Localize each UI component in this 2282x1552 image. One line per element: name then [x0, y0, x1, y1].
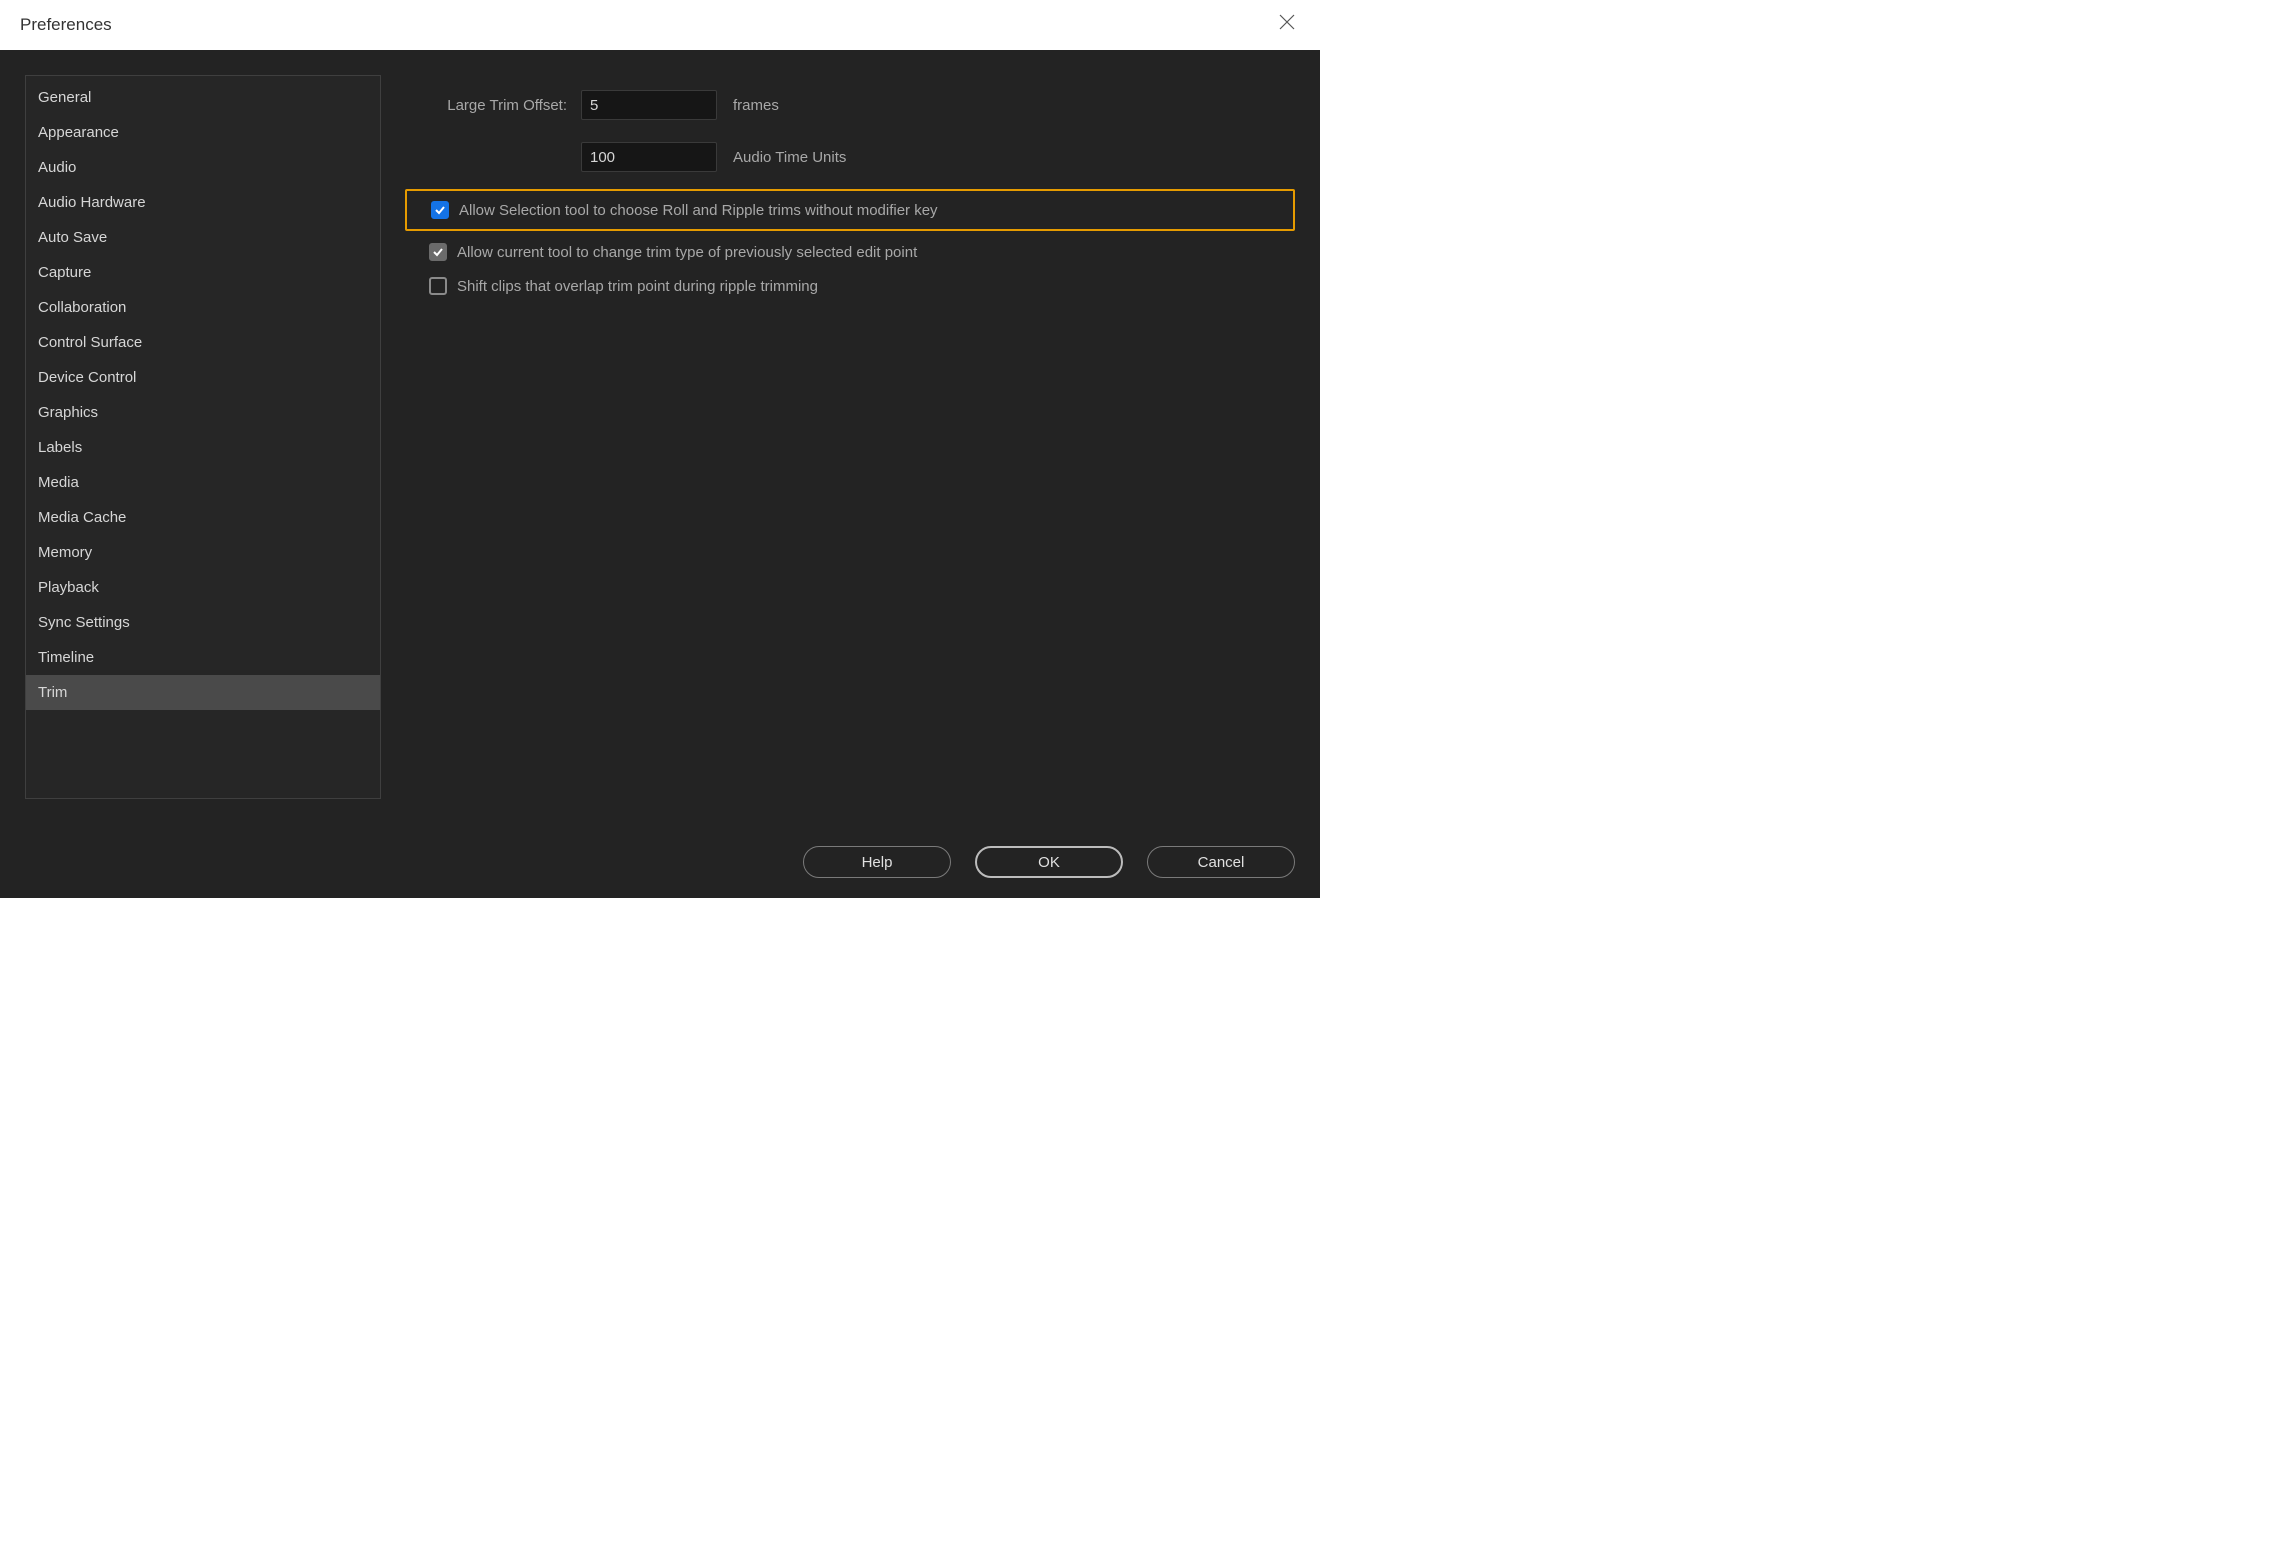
- allow-current-tool-label: Allow current tool to change trim type o…: [457, 244, 917, 261]
- allow-current-tool-row[interactable]: Allow current tool to change trim type o…: [405, 235, 1295, 269]
- sidebar-item-label: Playback: [38, 579, 99, 596]
- allow-selection-label: Allow Selection tool to choose Roll and …: [459, 202, 938, 219]
- sidebar-item-label: Device Control: [38, 369, 136, 386]
- sidebar-item-collaboration[interactable]: Collaboration: [26, 290, 380, 325]
- sidebar-item-timeline[interactable]: Timeline: [26, 640, 380, 675]
- sidebar-item-label: Audio: [38, 159, 76, 176]
- sidebar-item-appearance[interactable]: Appearance: [26, 115, 380, 150]
- sidebar-item-label: Capture: [38, 264, 91, 281]
- sidebar-item-audio-hardware[interactable]: Audio Hardware: [26, 185, 380, 220]
- content-panel: Large Trim Offset: frames Audio Time Uni…: [405, 75, 1295, 830]
- allow-selection-checkbox[interactable]: [431, 201, 449, 219]
- dialog-body: General Appearance Audio Audio Hardware …: [0, 50, 1320, 898]
- sidebar-item-memory[interactable]: Memory: [26, 535, 380, 570]
- sidebar-item-label: Audio Hardware: [38, 194, 146, 211]
- sidebar-item-label: Appearance: [38, 124, 119, 141]
- window-title: Preferences: [20, 15, 112, 35]
- sidebar-item-label: Media: [38, 474, 79, 491]
- sidebar-item-label: Collaboration: [38, 299, 126, 316]
- help-button[interactable]: Help: [803, 846, 951, 878]
- audio-time-units-suffix: Audio Time Units: [733, 149, 846, 166]
- allow-current-tool-checkbox[interactable]: [429, 243, 447, 261]
- sidebar-item-label: Trim: [38, 684, 67, 701]
- close-icon[interactable]: [1274, 9, 1300, 41]
- large-trim-offset-frames-input[interactable]: [581, 90, 717, 120]
- sidebar-item-label: Media Cache: [38, 509, 126, 526]
- sidebar-item-general[interactable]: General: [26, 80, 380, 115]
- highlighted-option: Allow Selection tool to choose Roll and …: [405, 189, 1295, 231]
- sidebar-item-device-control[interactable]: Device Control: [26, 360, 380, 395]
- sidebar-item-label: Memory: [38, 544, 92, 561]
- sidebar-item-auto-save[interactable]: Auto Save: [26, 220, 380, 255]
- cancel-button[interactable]: Cancel: [1147, 846, 1295, 878]
- sidebar-item-capture[interactable]: Capture: [26, 255, 380, 290]
- sidebar-item-label: Timeline: [38, 649, 94, 666]
- sidebar-item-control-surface[interactable]: Control Surface: [26, 325, 380, 360]
- sidebar-item-audio[interactable]: Audio: [26, 150, 380, 185]
- sidebar-item-label: Sync Settings: [38, 614, 130, 631]
- main-row: General Appearance Audio Audio Hardware …: [25, 75, 1295, 830]
- sidebar-item-media-cache[interactable]: Media Cache: [26, 500, 380, 535]
- sidebar-item-playback[interactable]: Playback: [26, 570, 380, 605]
- check-icon: [432, 246, 444, 258]
- ok-button[interactable]: OK: [975, 846, 1123, 878]
- large-trim-offset-audio-input[interactable]: [581, 142, 717, 172]
- button-row: Help OK Cancel: [25, 830, 1295, 878]
- sidebar-item-label: Auto Save: [38, 229, 107, 246]
- preferences-sidebar: General Appearance Audio Audio Hardware …: [25, 75, 381, 799]
- allow-selection-row[interactable]: Allow Selection tool to choose Roll and …: [407, 193, 1293, 227]
- sidebar-item-labels[interactable]: Labels: [26, 430, 380, 465]
- sidebar-item-sync-settings[interactable]: Sync Settings: [26, 605, 380, 640]
- shift-clips-checkbox[interactable]: [429, 277, 447, 295]
- audio-time-units-row: Audio Time Units: [405, 137, 1295, 177]
- sidebar-item-media[interactable]: Media: [26, 465, 380, 500]
- check-icon: [434, 204, 446, 216]
- sidebar-item-trim[interactable]: Trim: [26, 675, 380, 710]
- large-trim-offset-label: Large Trim Offset:: [405, 97, 581, 114]
- sidebar-item-label: Control Surface: [38, 334, 142, 351]
- titlebar: Preferences: [0, 0, 1320, 50]
- large-trim-offset-row: Large Trim Offset: frames: [405, 85, 1295, 125]
- shift-clips-row[interactable]: Shift clips that overlap trim point duri…: [405, 269, 1295, 303]
- sidebar-item-label: General: [38, 89, 91, 106]
- frames-suffix: frames: [733, 97, 779, 114]
- sidebar-item-graphics[interactable]: Graphics: [26, 395, 380, 430]
- shift-clips-label: Shift clips that overlap trim point duri…: [457, 278, 818, 295]
- sidebar-item-label: Graphics: [38, 404, 98, 421]
- sidebar-item-label: Labels: [38, 439, 82, 456]
